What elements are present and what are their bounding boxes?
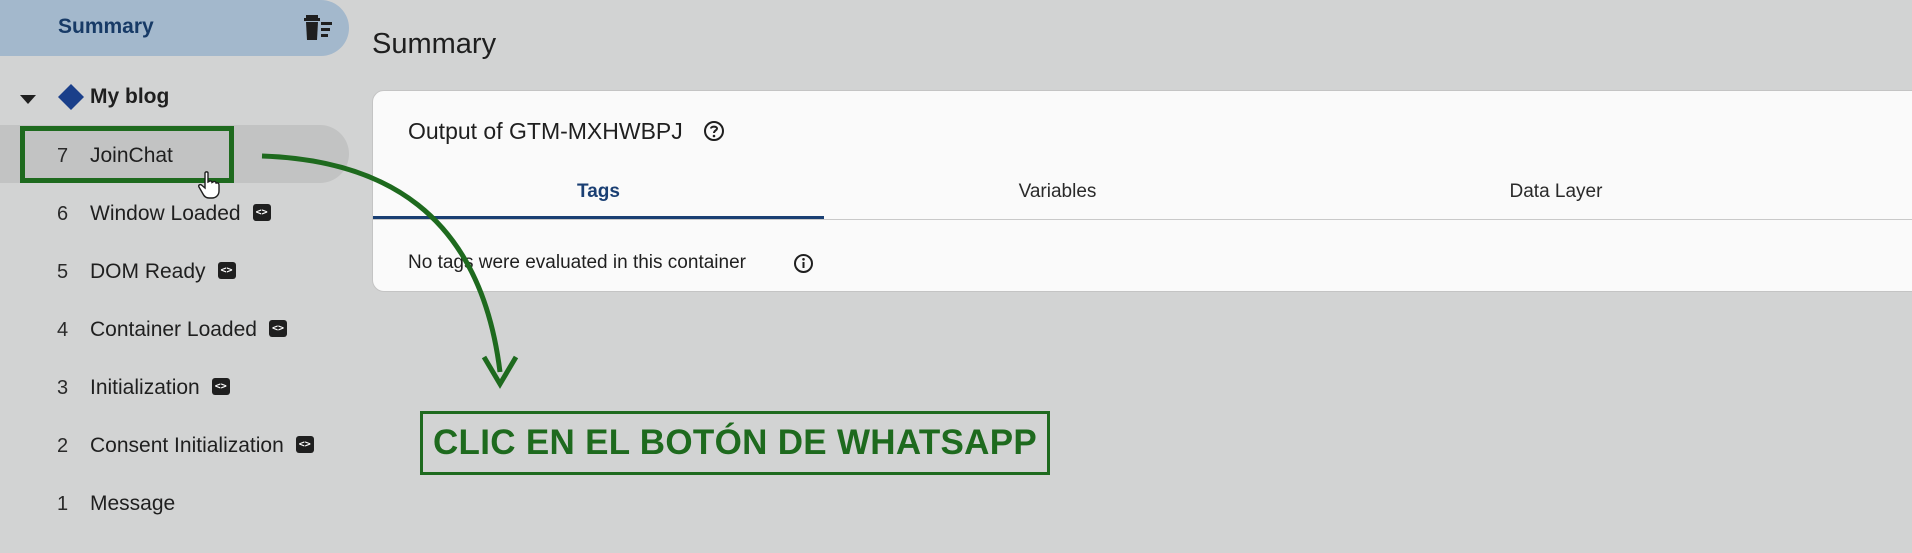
event-item-consent-initialization[interactable]: 2 Consent Initialization <> bbox=[0, 427, 340, 467]
page-title: Summary bbox=[372, 28, 497, 60]
event-label: Consent Initialization bbox=[90, 434, 284, 457]
output-card: Output of GTM-MXHWBPJ Tags Variables Dat… bbox=[372, 90, 1912, 292]
event-label: Message bbox=[90, 492, 176, 515]
card-title: Output of GTM-MXHWBPJ bbox=[408, 118, 683, 144]
tab-tags[interactable]: Tags bbox=[373, 181, 824, 203]
event-label: Container Loaded bbox=[90, 318, 257, 341]
event-number: 3 bbox=[57, 377, 69, 399]
event-number: 5 bbox=[57, 261, 69, 283]
event-label: DOM Ready bbox=[90, 260, 206, 283]
event-label-wrap: Container Loaded <> bbox=[90, 318, 287, 342]
tabs-divider bbox=[373, 219, 1912, 220]
event-label: Initialization bbox=[90, 376, 200, 399]
event-number: 2 bbox=[57, 435, 69, 457]
event-item-dom-ready[interactable]: 5 DOM Ready <> bbox=[0, 253, 340, 293]
event-label-wrap: DOM Ready <> bbox=[90, 260, 236, 284]
caret-down-icon[interactable] bbox=[20, 92, 36, 110]
code-badge-icon: <> bbox=[252, 203, 271, 221]
event-number: 6 bbox=[57, 203, 69, 225]
summary-nav-label: Summary bbox=[58, 15, 154, 38]
event-label-wrap: Initialization <> bbox=[90, 376, 230, 400]
code-badge-icon: <> bbox=[295, 435, 314, 453]
event-label-wrap: Consent Initialization <> bbox=[90, 434, 314, 458]
summary-nav-item[interactable]: Summary bbox=[0, 0, 349, 56]
annotation-callout: CLIC EN EL BOTÓN DE WHATSAPP bbox=[420, 411, 1050, 475]
code-badge-icon: <> bbox=[268, 319, 287, 337]
event-label: Window Loaded bbox=[90, 202, 241, 225]
event-item-window-loaded[interactable]: 6 Window Loaded <> bbox=[0, 195, 340, 235]
event-item-container-loaded[interactable]: 4 Container Loaded <> bbox=[0, 311, 340, 351]
trash-icon[interactable] bbox=[302, 13, 334, 43]
event-item-message[interactable]: 1 Message bbox=[0, 485, 340, 525]
tab-data-layer[interactable]: Data Layer bbox=[1291, 181, 1821, 203]
event-item-initialization[interactable]: 3 Initialization <> bbox=[0, 369, 340, 409]
container-tree-item[interactable]: My blog bbox=[0, 78, 340, 118]
help-icon[interactable] bbox=[703, 120, 725, 147]
container-name: My blog bbox=[90, 85, 170, 108]
code-badge-icon: <> bbox=[217, 261, 236, 279]
diamond-icon bbox=[57, 83, 85, 116]
event-number: 4 bbox=[57, 319, 69, 341]
event-label-wrap: Window Loaded <> bbox=[90, 202, 271, 226]
hand-cursor-icon bbox=[198, 171, 220, 204]
tab-variables[interactable]: Variables bbox=[824, 181, 1291, 203]
info-icon[interactable] bbox=[793, 253, 814, 279]
sidebar: Summary My blog 7 JoinChat 6 Window Load… bbox=[0, 0, 355, 553]
event-number: 1 bbox=[57, 493, 69, 515]
code-badge-icon: <> bbox=[211, 377, 230, 395]
empty-state-message: No tags were evaluated in this container bbox=[408, 252, 746, 273]
